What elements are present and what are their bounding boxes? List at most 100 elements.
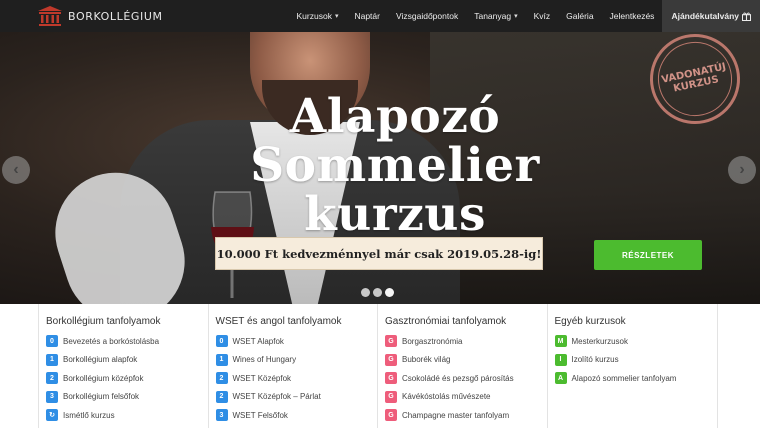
headline-line: kurzus [304,187,486,242]
nav-label: Naptár [354,11,380,21]
course-link[interactable]: G Champagne master tanfolyam [385,406,547,425]
course-columns: Borkollégium tanfolyamok 0 Bevezetés a bo… [38,304,718,428]
nav-item-vizsgaidopontok[interactable]: Vizsgaidőpontok [388,0,466,32]
course-badge: 2 [46,372,58,385]
course-badge: G [385,353,397,366]
course-badge: 2 [215,390,228,403]
course-badge: G [385,409,397,422]
nav-item-jelentkezes[interactable]: Jelentkezés [602,0,663,32]
nav-label: Galéria [566,11,594,21]
column-title: WSET és angol tanfolyamok [215,316,342,327]
hero-slider: VADONATÚJ KURZUS Alapozó Sommelier kurzu… [0,32,760,304]
course-label: Champagne master tanfolyam [402,410,510,420]
slider-dot-active[interactable] [385,288,394,297]
course-label: Ismétlő kurzus [63,410,115,420]
gift-icon [742,12,751,21]
building-columns-icon [38,6,62,26]
course-label: Izolító kurzus [571,355,619,365]
course-badge: 1 [46,353,58,366]
top-navbar: BORKOLLÉGIUM Kurzusok ▾ Naptár Vizsgaidőp… [0,0,760,32]
slider-dot[interactable] [361,288,370,297]
course-label: WSET Középfok – Párlat [232,392,321,402]
course-link[interactable]: ↻ Ismétlő kurzus [46,406,208,425]
course-link[interactable]: 0 Bevezetés a borkóstolásba [46,332,208,351]
course-badge: A [554,372,567,385]
course-badge: M [554,335,567,348]
course-column: WSET és angol tanfolyamok 0 WSET Alapfok … [209,304,378,428]
hero-headline: Alapozó Sommelier kurzus [220,92,570,239]
course-badge: 2 [215,372,228,385]
headline-line: Sommelier [250,138,540,193]
chevron-right-icon[interactable]: › [728,156,756,184]
chevron-down-icon: ▾ [334,13,339,20]
nav-item-gift-voucher[interactable]: Ajándékutalvány [662,0,760,32]
brand-logo[interactable]: BORKOLLÉGIUM [38,5,163,27]
nav-item-galeria[interactable]: Galéria [558,0,601,32]
column-title: Gasztronómiai tanfolyamok [385,316,507,327]
course-label: Borgasztronómia [402,336,463,346]
nav-label: Kurzusok [296,11,332,21]
nav-label: Ajándékutalvány [671,11,739,21]
course-link[interactable]: 2 Borkollégium középfok [46,369,208,388]
course-link[interactable]: 2 WSET Középfok – Párlat [215,388,378,407]
course-label: Wines of Hungary [232,355,297,365]
nav-item-tananyag[interactable]: Tananyag ▾ [466,0,525,32]
course-label: Bevezetés a borkóstolásba [63,336,160,346]
course-link[interactable]: 0 WSET Alapfok [215,332,378,351]
course-badge: G [385,335,397,348]
course-link[interactable]: G Borgasztronómia [385,332,547,351]
course-column: Egyéb kurzusok M Mesterkurzusok I Izolító … [548,304,718,428]
course-link[interactable]: 3 Borkollégium felsőfok [46,388,208,407]
course-column: Borkollégium tanfolyamok 0 Bevezetés a bo… [39,304,209,428]
course-label: Buborék világ [402,355,451,365]
details-button[interactable]: RÉSZLETEK [594,240,702,270]
course-label: Borkollégium felsőfok [63,392,140,402]
nav-item-naptar[interactable]: Naptár [346,0,388,32]
course-link[interactable]: 1 Wines of Hungary [215,351,378,370]
course-label: Borkollégium alapfok [63,355,138,365]
course-badge: I [554,353,567,366]
chevron-left-icon[interactable]: ‹ [2,156,30,184]
course-link[interactable]: G Csokoládé és pezsgő párosítás [385,369,547,388]
promo-banner: 10.000 Ft kedvezménnyel már csak 2019.05… [215,237,543,270]
course-label: WSET Alapfok [232,336,284,346]
course-badge: 1 [215,353,228,366]
slider-dot[interactable] [373,288,382,297]
course-badge: 3 [215,409,228,422]
brand-name: BORKOLLÉGIUM [68,9,163,23]
course-label: WSET Középfok [232,373,292,383]
course-label: Borkollégium középfok [63,373,144,383]
course-badge: 0 [46,335,58,348]
course-label: Csokoládé és pezsgő párosítás [402,373,514,383]
chevron-down-icon: ▾ [514,13,518,20]
headline-line: Alapozó [289,89,501,144]
column-title: Borkollégium tanfolyamok [46,316,161,327]
course-badge: 3 [46,390,58,403]
course-badge: G [385,390,397,403]
slider-dots [361,288,394,297]
nav-label: Jelentkezés [609,11,655,21]
nav-label: Kvíz [533,11,551,21]
course-badge: G [385,372,397,385]
column-title: Egyéb kurzusok [554,316,626,327]
course-column: Gasztronómiai tanfolyamok G Borgasztronóm… [378,304,548,428]
course-link[interactable]: G Kávékóstolás művészete [385,388,547,407]
course-link[interactable]: 2 WSET Középfok [215,369,378,388]
main-menu: Kurzusok ▾ Naptár Vizsgaidőpontok Tananya… [289,0,760,32]
refresh-icon: ↻ [46,409,58,422]
course-link[interactable]: 3 WSET Felsőfok [215,406,378,425]
nav-label: Tananyag [474,11,512,21]
nav-item-kviz[interactable]: Kvíz [526,0,559,32]
course-label: Mesterkurzusok [571,336,628,346]
course-link[interactable]: 1 Borkollégium alapfok [46,351,208,370]
course-label: Alapozó sommelier tanfolyam [571,373,677,383]
stamp-inner: VADONATÚJ KURZUS [651,35,739,123]
course-link[interactable]: M Mesterkurzusok [554,332,718,351]
course-link[interactable]: I Izolító kurzus [554,351,718,370]
nav-label: Vizsgaidőpontok [395,11,459,21]
course-link[interactable]: G Buborék világ [385,351,547,370]
course-link[interactable]: A Alapozó sommelier tanfolyam [554,369,718,388]
course-badge: 0 [215,335,228,348]
nav-item-kurzusok[interactable]: Kurzusok ▾ [289,0,347,32]
course-label: Kávékóstolás művészete [402,392,491,402]
